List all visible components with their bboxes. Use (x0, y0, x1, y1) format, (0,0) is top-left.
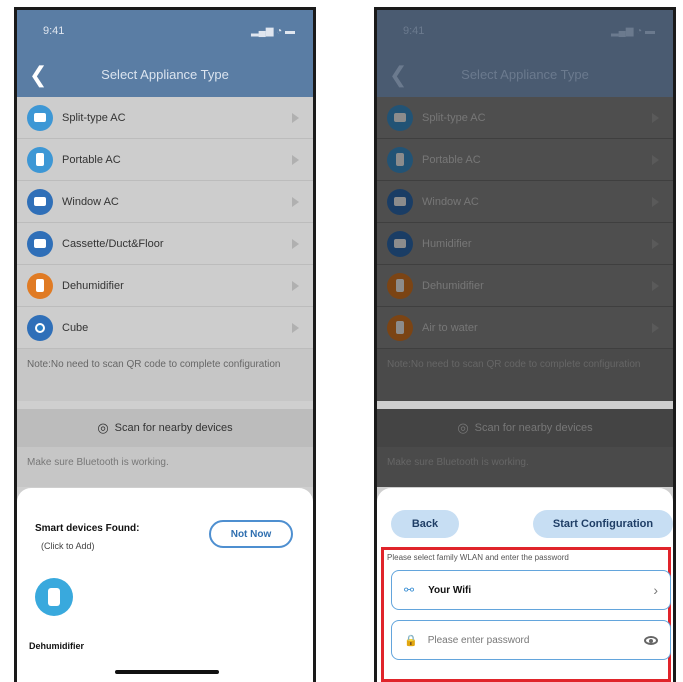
appliance-item[interactable]: Dehumidifier (17, 265, 313, 307)
click-to-add-hint: (Click to Add) (41, 541, 95, 551)
dehumidifier-icon (387, 272, 413, 299)
devices-found-sheet: Smart devices Found: (Click to Add) Not … (17, 488, 313, 682)
device-name: Dehumidifier (29, 641, 85, 651)
scan-label: Scan for nearby devices (474, 422, 593, 434)
appliance-list: Split-type AC Portable AC Window AC Humidif… (377, 97, 673, 349)
appliance-item[interactable]: Split-type AC (17, 97, 313, 139)
status-icons: ▂▄▆ ◔ ▬ (610, 25, 655, 37)
appliance-item[interactable]: Portable AC (17, 139, 313, 181)
page-title: Select Appliance Type (101, 67, 229, 82)
appliance-label: Split-type AC (422, 111, 486, 124)
appliance-label: Air to water (422, 321, 478, 334)
appliance-label: Dehumidifier (422, 279, 484, 292)
appliance-label: Portable AC (422, 153, 481, 166)
split-ac-icon (27, 104, 53, 131)
dehumidifier-device-icon[interactable] (35, 578, 73, 616)
password-field[interactable]: 🔒 (391, 620, 671, 660)
appliance-item[interactable]: Air to water (377, 307, 673, 349)
appliance-item[interactable]: Humidifier (377, 223, 673, 265)
arrow-right-icon (292, 154, 299, 165)
arrow-right-icon (652, 280, 659, 291)
humidifier-icon (387, 230, 413, 257)
back-button[interactable]: Back (391, 510, 459, 538)
arrow-right-icon (292, 322, 299, 333)
appliance-item[interactable]: Cassette/Duct&Floor (17, 223, 313, 265)
appliance-list: Split-type AC Portable AC Window AC Cassett… (17, 97, 313, 349)
arrow-right-icon (652, 112, 659, 123)
appliance-label: Portable AC (62, 153, 121, 166)
scan-icon: ◎ (457, 420, 469, 435)
air-to-water-icon (387, 314, 413, 341)
arrow-right-icon (652, 196, 659, 207)
top-bar: 9:41 ▂▄▆ ◔ ▬ ❮ Select Appliance Type (17, 10, 313, 97)
top-bar: 9:41 ▂▄▆ ◔ ▬ ❮ Select Appliance Type (377, 10, 673, 97)
phone-screen-right: 9:41 ▂▄▆ ◔ ▬ ❮ Select Appliance Type Spl… (374, 7, 676, 682)
arrow-right-icon (292, 280, 299, 291)
portable-ac-icon (387, 146, 413, 173)
appliance-item[interactable]: Dehumidifier (377, 265, 673, 307)
appliance-item[interactable]: Window AC (17, 181, 313, 223)
appliance-label: Window AC (62, 195, 119, 208)
scan-nearby-button[interactable]: ◎ Scan for nearby devices (377, 409, 673, 447)
appliance-label: Cube (62, 321, 89, 334)
arrow-right-icon (652, 322, 659, 333)
chevron-right-icon: › (653, 582, 658, 598)
wifi-select-field[interactable]: ⚯ Your Wifi › (391, 570, 671, 610)
arrow-right-icon (652, 238, 659, 249)
arrow-right-icon (292, 238, 299, 249)
window-ac-icon (27, 188, 53, 215)
wlan-hint: Please select family WLAN and enter the … (387, 553, 569, 562)
start-configuration-button[interactable]: Start Configuration (533, 510, 673, 538)
phone-screen-left: 9:41 ▂▄▆ ◔ ▬ ❮ Select Appliance Type Spl… (14, 7, 316, 682)
cube-icon (27, 314, 53, 341)
status-time: 9:41 (403, 25, 425, 37)
bluetooth-hint: Make sure Bluetooth is working. (377, 447, 673, 487)
appliance-item[interactable]: Portable AC (377, 139, 673, 181)
cassette-icon (27, 230, 53, 257)
qr-note: Note:No need to scan QR code to complete… (377, 349, 673, 401)
scan-icon: ◎ (97, 420, 109, 435)
eye-icon[interactable] (644, 635, 658, 645)
dehumidifier-icon (27, 272, 53, 299)
split-ac-icon (387, 104, 413, 131)
lock-icon: 🔒 (404, 634, 418, 647)
appliance-label: Window AC (422, 195, 479, 208)
status-icons: ▂▄▆ ◔ ▬ (250, 25, 295, 37)
scan-nearby-button[interactable]: ◎ Scan for nearby devices (17, 409, 313, 447)
window-ac-icon (387, 188, 413, 215)
not-now-button[interactable]: Not Now (209, 520, 293, 548)
appliance-label: Cassette/Duct&Floor (62, 237, 164, 250)
appliance-label: Dehumidifier (62, 279, 124, 292)
appliance-label: Split-type AC (62, 111, 126, 124)
appliance-item[interactable]: Split-type AC (377, 97, 673, 139)
home-indicator (115, 670, 219, 674)
nav-bar: ❮ Select Appliance Type (17, 52, 313, 97)
wifi-icon: ⚯ (404, 583, 415, 597)
bluetooth-hint: Make sure Bluetooth is working. (17, 447, 313, 487)
page-title: Select Appliance Type (461, 67, 589, 82)
scan-label: Scan for nearby devices (114, 422, 233, 434)
nav-bar: ❮ Select Appliance Type (377, 52, 673, 97)
password-input[interactable] (427, 634, 644, 646)
arrow-right-icon (292, 196, 299, 207)
status-bar: 9:41 ▂▄▆ ◔ ▬ (17, 10, 313, 52)
arrow-right-icon (292, 112, 299, 123)
status-bar: 9:41 ▂▄▆ ◔ ▬ (377, 10, 673, 52)
portable-ac-icon (27, 146, 53, 173)
qr-note: Note:No need to scan QR code to complete… (17, 349, 313, 401)
appliance-label: Humidifier (422, 237, 472, 250)
devices-found-title: Smart devices Found: (35, 523, 140, 534)
status-time: 9:41 (43, 25, 65, 37)
highlight-box (381, 547, 671, 682)
wifi-name: Your Wifi (428, 584, 472, 596)
back-chevron-icon[interactable]: ❮ (389, 63, 407, 86)
appliance-item[interactable]: Window AC (377, 181, 673, 223)
appliance-item[interactable]: Cube (17, 307, 313, 349)
wlan-config-sheet: Back Start Configuration Please select f… (377, 488, 673, 682)
back-chevron-icon[interactable]: ❮ (29, 63, 47, 86)
arrow-right-icon (652, 154, 659, 165)
